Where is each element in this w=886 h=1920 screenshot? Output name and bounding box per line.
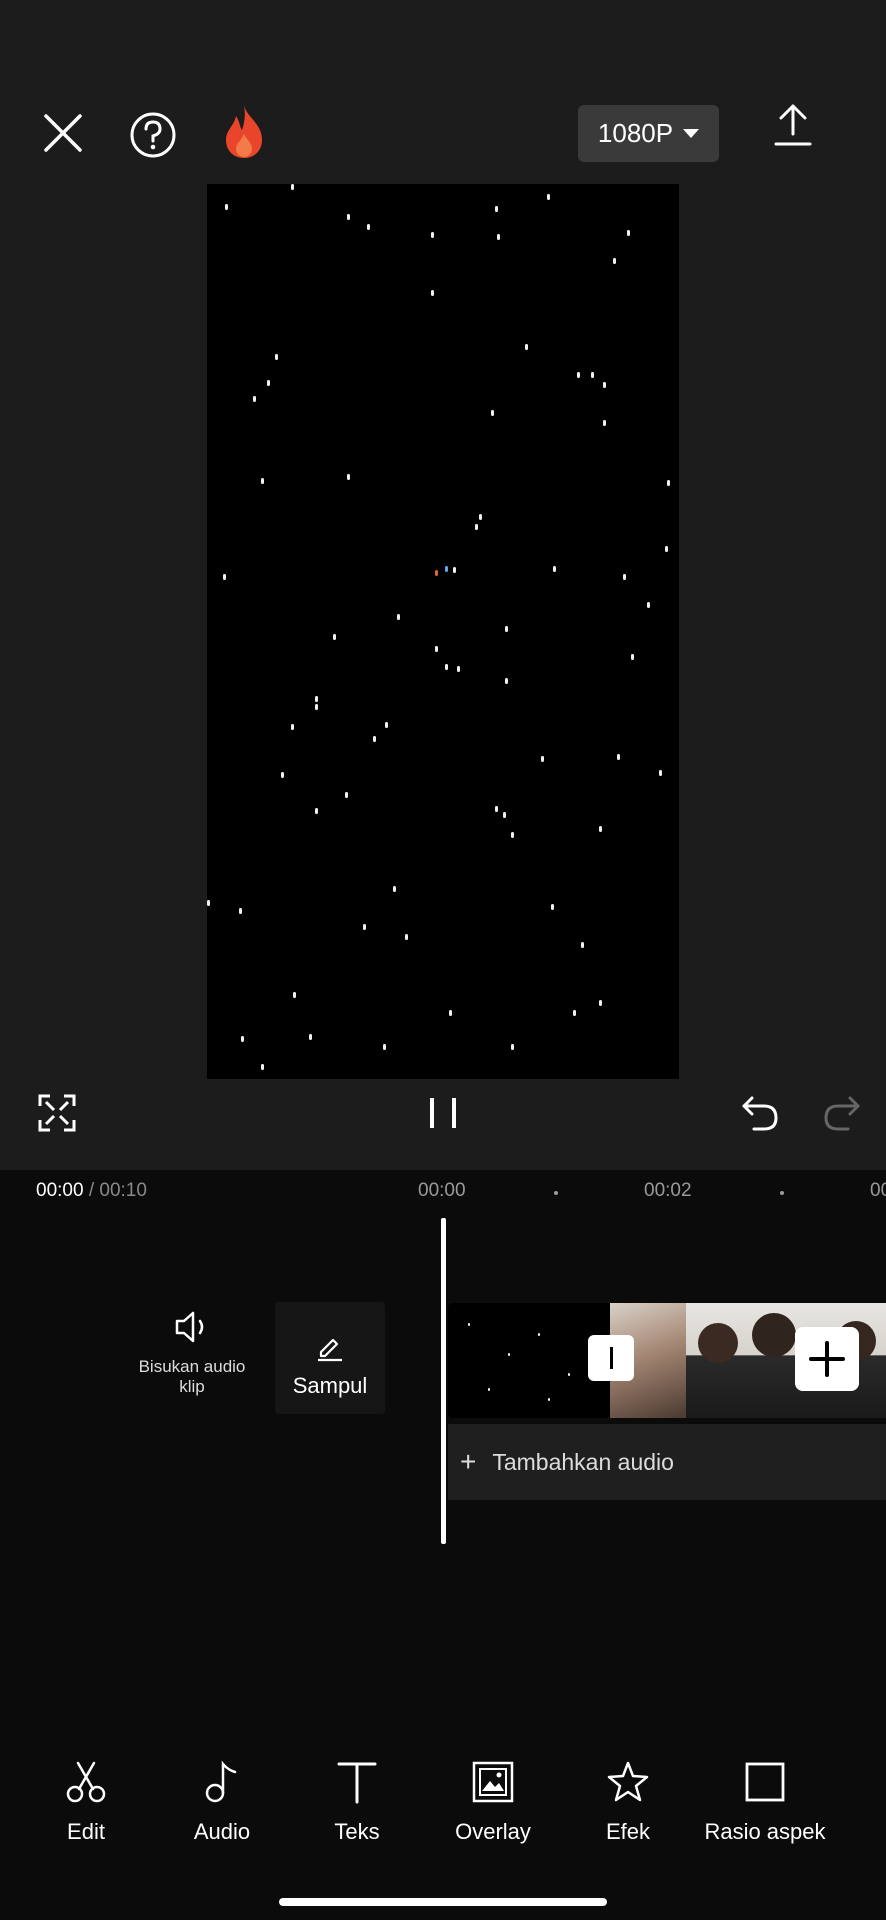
add-audio-button[interactable]: + Tambahkan audio	[448, 1424, 886, 1500]
current-time: 00:00	[36, 1180, 84, 1201]
cover-button[interactable]: Sampul	[275, 1302, 385, 1414]
mute-clip-audio-label: Bisukan audio klip	[138, 1357, 246, 1396]
close-icon[interactable]	[40, 110, 86, 156]
toolbar-label: Teks	[334, 1819, 380, 1844]
toolbar-label: Overlay	[455, 1819, 531, 1844]
fullscreen-icon[interactable]	[38, 1094, 76, 1132]
toolbar-label: Rasio aspek	[704, 1819, 826, 1844]
ruler-dot	[554, 1191, 558, 1195]
toolbar-item-edit[interactable]: Edit	[21, 1760, 151, 1845]
help-icon[interactable]	[128, 110, 178, 160]
flame-icon[interactable]	[220, 104, 268, 160]
edit-pencil-icon	[318, 1338, 342, 1362]
toolbar-item-text[interactable]: Teks	[292, 1760, 422, 1845]
add-clip-button[interactable]	[795, 1327, 859, 1391]
toolbar-label: Edit	[67, 1819, 105, 1844]
chevron-down-icon	[683, 129, 700, 138]
toolbar-label: Efek	[605, 1819, 651, 1844]
toolbar-item-overlay[interactable]: Overlay	[428, 1760, 558, 1845]
add-audio-label: Tambahkan audio	[492, 1448, 674, 1475]
home-indicator	[279, 1898, 607, 1906]
pause-icon[interactable]	[428, 1096, 458, 1130]
ruler-dot	[780, 1191, 784, 1195]
plus-icon: +	[460, 1446, 477, 1477]
overlay-icon	[472, 1761, 514, 1803]
aspect-ratio-icon	[745, 1762, 785, 1802]
resolution-dropdown[interactable]: 1080P	[578, 105, 719, 162]
cover-label: Sampul	[292, 1373, 368, 1398]
sparkle-star-icon	[607, 1761, 649, 1802]
scissors-icon	[66, 1761, 106, 1803]
music-note-icon	[205, 1760, 237, 1803]
ruler-tick: 00:00	[418, 1180, 466, 1201]
video-preview[interactable]	[207, 184, 679, 1079]
toolbar-item-aspect-ratio[interactable]: Rasio aspek	[700, 1760, 830, 1845]
timecode: 00:00 / 00:10	[36, 1180, 147, 1202]
ruler-tick: 00	[870, 1180, 886, 1201]
time-separator: /	[83, 1180, 100, 1201]
redo-icon[interactable]	[824, 1094, 860, 1132]
mute-clip-audio-button[interactable]: Bisukan audio klip	[120, 1310, 264, 1397]
text-icon	[337, 1762, 377, 1804]
toolbar-item-audio[interactable]: Audio	[157, 1760, 287, 1845]
undo-icon[interactable]	[742, 1094, 778, 1132]
resolution-label: 1080P	[597, 118, 674, 148]
playhead[interactable]	[441, 1218, 446, 1544]
ruler-tick: 00:02	[644, 1180, 692, 1201]
export-upload-icon[interactable]	[773, 102, 813, 148]
transition-marker-button[interactable]	[588, 1335, 634, 1381]
total-time: 00:10	[99, 1180, 147, 1201]
speaker-icon	[175, 1311, 204, 1343]
toolbar-label: Audio	[193, 1819, 251, 1844]
toolbar-item-effects[interactable]: Efek	[563, 1760, 693, 1845]
clip-thumbnail-stars	[448, 1303, 610, 1418]
